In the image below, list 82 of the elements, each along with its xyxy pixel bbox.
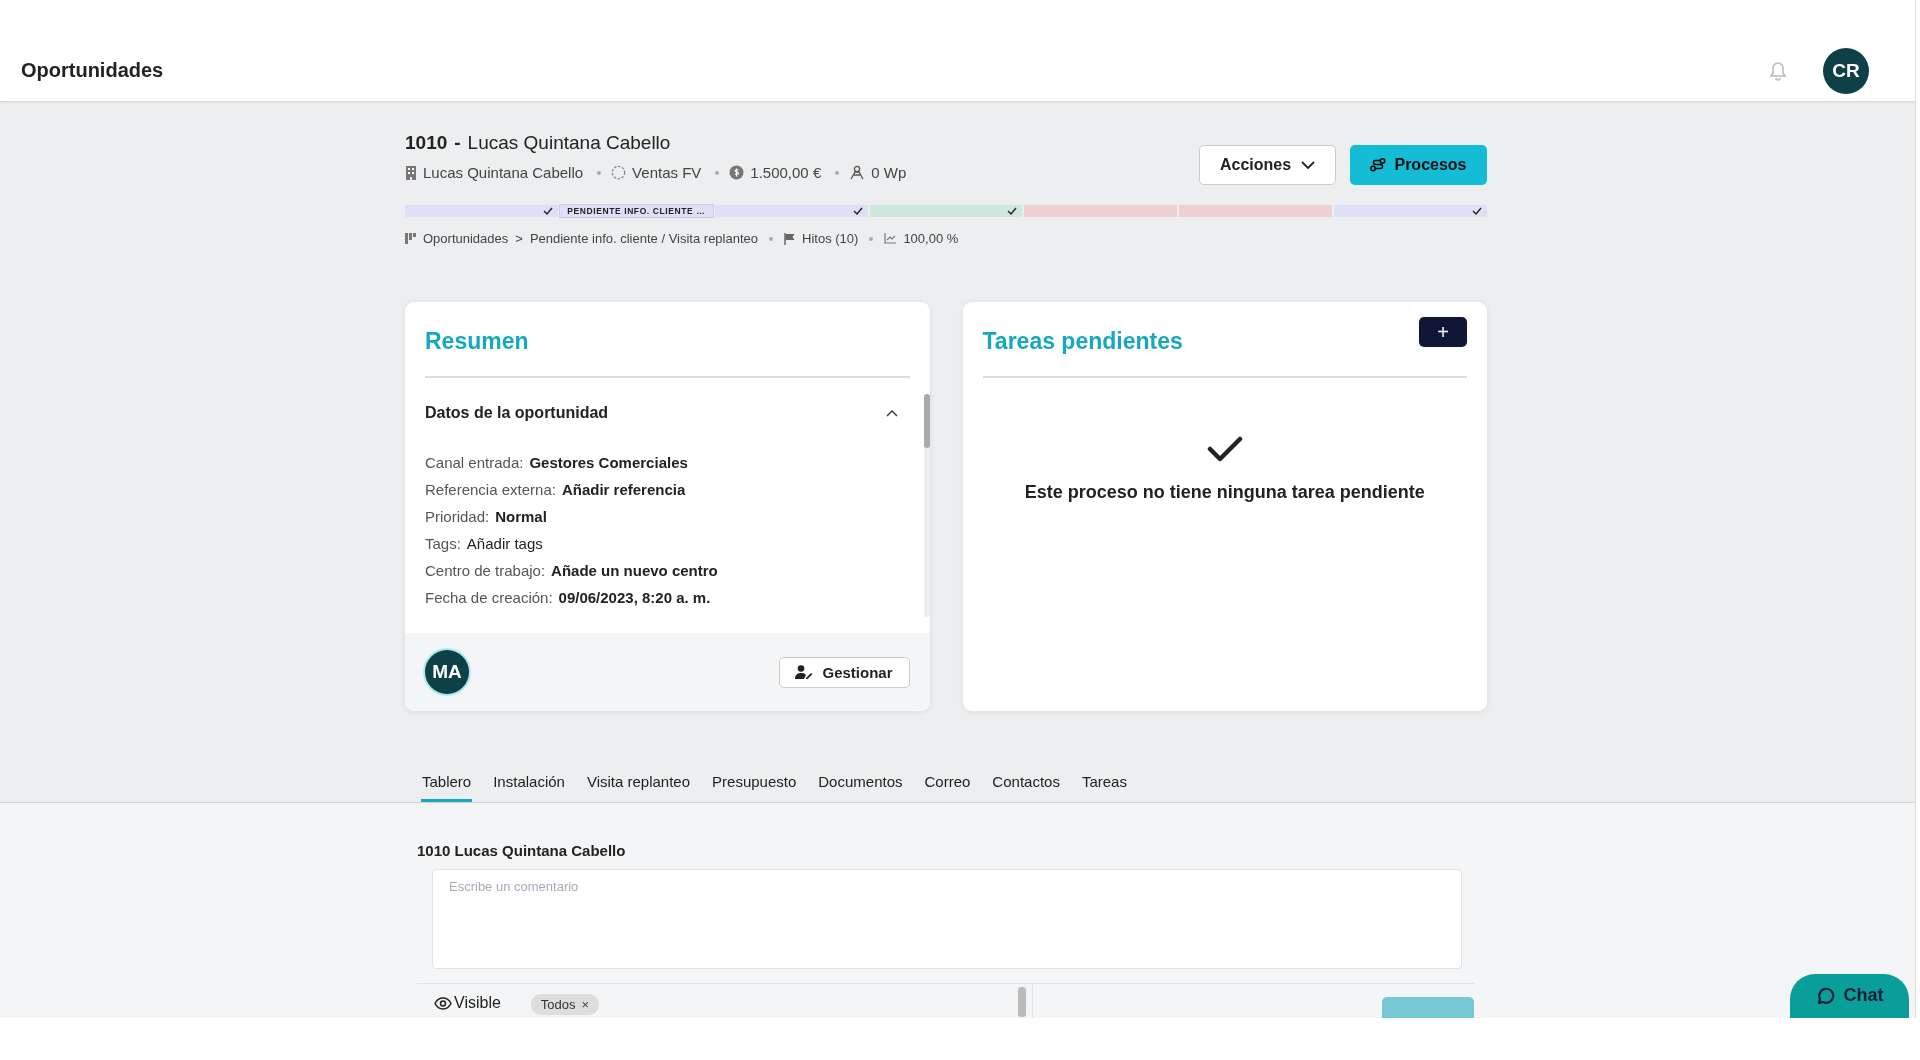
field-value: Normal [495,508,547,525]
field-label: Tags: [425,535,461,552]
card-title: Resumen [425,327,529,355]
collapse-chevron-icon[interactable] [885,409,898,417]
visibility-label[interactable]: Visible [434,994,501,1012]
field-value: 09/06/2023, 8:20 a. m. [558,589,711,606]
solar-person-icon [849,165,866,180]
add-task-button[interactable]: + [1419,317,1467,347]
actions-dropdown[interactable]: Acciones [1199,145,1336,185]
check-icon [852,207,863,215]
scrollbar[interactable] [1018,987,1026,1017]
field-value: Gestores Comerciales [529,454,688,471]
remove-tag-button[interactable]: × [581,997,590,1012]
dashed-circle-icon [611,165,627,180]
separator-dot [835,170,840,175]
processes-button[interactable]: Procesos [1350,145,1487,185]
stage-segment[interactable] [1179,205,1333,217]
bell-icon[interactable] [1769,60,1787,81]
separator-dot [715,170,720,175]
scrollbar[interactable] [923,394,930,617]
field-label: Canal entrada: [425,454,524,471]
breadcrumb-current: Pendiente info. cliente / Visita replanteo [529,231,758,246]
manage-button[interactable]: Gestionar [778,656,910,688]
comment-field[interactable]: Escribe un comentario [432,869,1462,969]
stage-segment[interactable] [869,205,1023,217]
meta-text: Lucas Quintana Cabello [423,164,584,181]
opportunity-name: Lucas Quintana Cabello [467,132,671,154]
tab[interactable]: Presupuesto [711,769,798,802]
stage-segment[interactable] [405,205,558,217]
stage-segment[interactable] [714,205,868,217]
user-avatar[interactable]: CR [1823,47,1869,94]
tab[interactable]: Tareas [1080,769,1128,802]
check-icon [1472,207,1482,215]
tab[interactable]: Visita replanteo [585,769,692,802]
tab[interactable]: Instalación [492,769,566,802]
separator-dot [769,236,773,241]
submit-button[interactable] [1382,997,1474,1018]
meta-text: 1.500,00 € [750,164,822,181]
tab[interactable]: Contactos [991,769,1061,802]
check-icon [1007,207,1018,215]
breadcrumb-chevron: > [515,231,523,246]
stage-segment[interactable]: PENDIENTE INFO. CLIENTE … [559,205,713,217]
building-icon [405,165,417,180]
field-value: Añade un nuevo centro [551,562,718,579]
kanban-icon [405,233,416,244]
stage-segment[interactable] [1334,205,1487,217]
assignee-avatar: MA [425,650,469,694]
tab[interactable]: Documentos [817,769,904,802]
meta-text: Ventas FV [632,164,702,181]
coin-icon [729,165,745,180]
stage-segment[interactable] [1024,205,1178,217]
separator-dot [869,236,874,241]
title-separator: - [454,132,461,154]
speech-bubble-icon [1815,985,1836,1006]
field-value: Añadir referencia [561,481,686,498]
chevron-down-icon [1301,160,1316,170]
flag-icon [784,232,795,245]
field-label: Referencia externa: [425,481,556,498]
separator-dot [597,170,602,175]
check-icon [542,207,553,215]
field-value: Añadir tags [466,535,543,552]
empty-message: Este proceso no tiene ninguna tarea pendiente [1024,482,1425,503]
checkmark-icon [1206,436,1243,462]
field-label: Fecha de creación: [425,589,553,606]
user-edit-icon [795,665,814,679]
opportunity-number: 1010 [405,132,448,154]
field-label: Prioridad: [425,508,490,525]
field-label: Centro de trabajo: [425,562,546,579]
comment-title: 1010 Lucas Quintana Cabello [417,842,627,859]
route-icon [1370,158,1387,172]
tab[interactable]: Correo [923,769,972,802]
trend-chart-icon [884,233,897,244]
card-title: Tareas pendientes [982,327,1183,355]
breadcrumb-link[interactable]: Oportunidades [423,231,509,246]
tag-text: Todos [540,997,576,1012]
milestones-count: Hitos (10) [802,231,859,246]
meta-text: 0 Wp [871,164,907,181]
progress-percent: 100,00 % [903,231,959,246]
section-title: Datos de la oportunidad [425,404,609,422]
chat-button[interactable]: Chat [1790,974,1909,1018]
eye-icon [434,996,452,1010]
page-title: Oportunidades [21,59,165,82]
